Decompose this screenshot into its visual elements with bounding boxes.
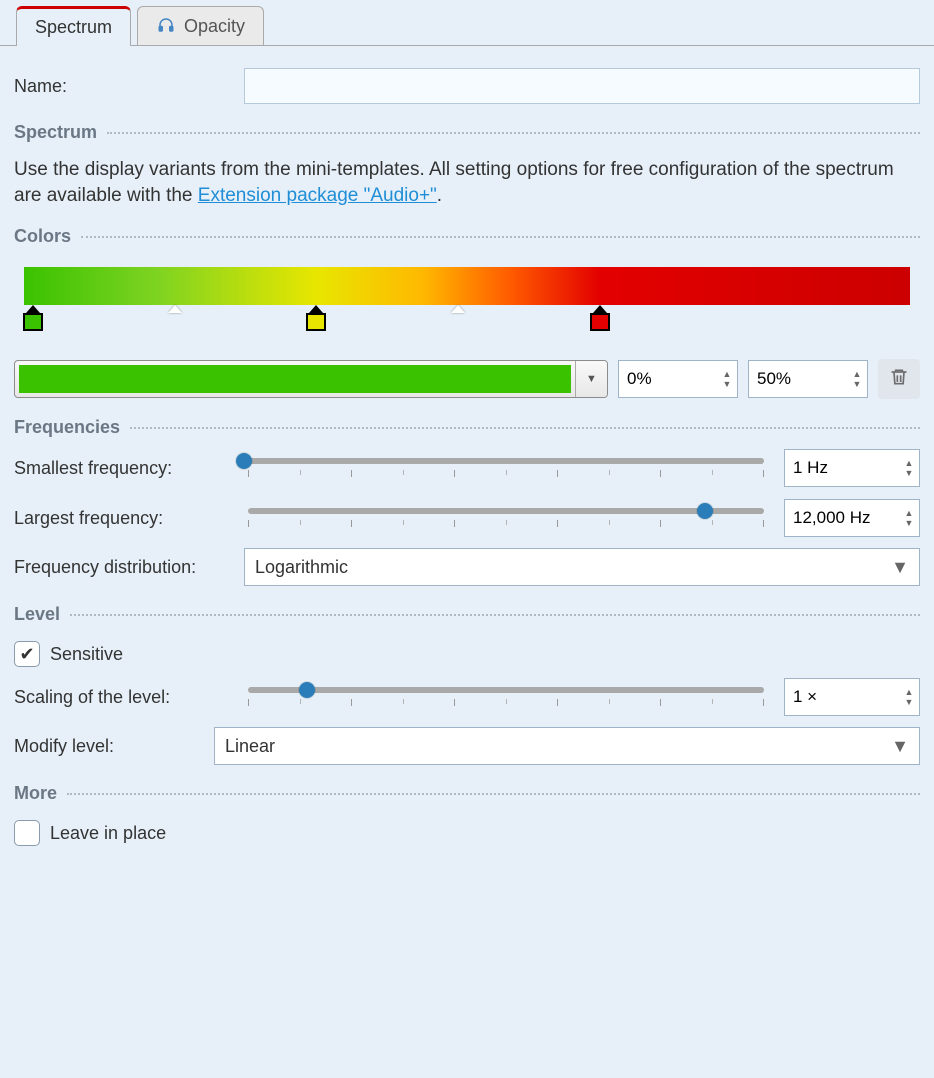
spin-arrows[interactable]: ▲▼ <box>717 361 737 397</box>
smallest-freq-spinbox[interactable]: ▲▼ <box>784 449 920 487</box>
color-offset2-input[interactable] <box>749 361 847 397</box>
spin-arrows[interactable]: ▲▼ <box>899 500 919 536</box>
color-picker[interactable]: ▼ <box>14 360 608 398</box>
freq-dist-value: Logarithmic <box>255 557 348 578</box>
name-input[interactable] <box>244 68 920 104</box>
smallest-freq-slider[interactable] <box>244 448 768 488</box>
extension-link[interactable]: Extension package "Audio+" <box>198 185 437 206</box>
color-swatch <box>19 365 571 393</box>
tab-spectrum-label: Spectrum <box>35 17 112 38</box>
color-stop[interactable] <box>164 305 186 313</box>
tab-spectrum[interactable]: Spectrum <box>16 6 131 46</box>
smallest-freq-input[interactable] <box>785 450 899 486</box>
modify-level-value: Linear <box>225 736 275 757</box>
delete-color-button[interactable] <box>878 359 920 399</box>
scaling-spinbox[interactable]: ▲▼ <box>784 678 920 716</box>
headphones-icon <box>156 16 176 37</box>
spin-arrows[interactable]: ▲▼ <box>847 361 867 397</box>
tabs: Spectrum Opacity <box>0 0 934 46</box>
modify-level-select[interactable]: Linear ▼ <box>214 727 920 765</box>
color-stop[interactable] <box>305 305 327 331</box>
color-dropdown-button[interactable]: ▼ <box>575 361 607 397</box>
color-offset1-input[interactable] <box>619 361 717 397</box>
trash-icon <box>889 366 909 393</box>
desc-prefix: Use the display variants from the mini-t… <box>14 159 894 206</box>
largest-freq-spinbox[interactable]: ▲▼ <box>784 499 920 537</box>
section-spectrum-header: Spectrum <box>14 122 97 143</box>
divider <box>67 793 920 795</box>
leave-in-place-label: Leave in place <box>50 823 166 844</box>
section-more-header: More <box>14 783 57 804</box>
color-gradient-bar[interactable] <box>24 267 910 305</box>
chevron-down-icon: ▼ <box>891 736 909 757</box>
divider <box>70 614 920 616</box>
largest-freq-input[interactable] <box>785 500 899 536</box>
divider <box>107 132 920 134</box>
section-level-header: Level <box>14 604 60 625</box>
leave-in-place-checkbox[interactable] <box>14 820 40 846</box>
color-stop[interactable] <box>22 305 44 331</box>
chevron-down-icon: ▼ <box>891 557 909 578</box>
spin-arrows[interactable]: ▲▼ <box>899 679 919 715</box>
divider <box>130 427 920 429</box>
freq-dist-select[interactable]: Logarithmic ▼ <box>244 548 920 586</box>
divider <box>81 236 920 238</box>
largest-freq-label: Largest frequency: <box>14 508 244 529</box>
color-stop[interactable] <box>589 305 611 331</box>
section-colors-header: Colors <box>14 226 71 247</box>
name-label: Name: <box>14 76 244 97</box>
sensitive-checkbox[interactable] <box>14 641 40 667</box>
color-stops <box>24 305 910 341</box>
color-offset2-spinbox[interactable]: ▲▼ <box>748 360 868 398</box>
tab-opacity-label: Opacity <box>184 16 245 37</box>
modify-level-label: Modify level: <box>14 736 214 757</box>
desc-suffix: . <box>437 185 442 206</box>
scaling-label: Scaling of the level: <box>14 687 244 708</box>
section-frequencies-header: Frequencies <box>14 417 120 438</box>
chevron-down-icon: ▼ <box>586 373 597 385</box>
spin-arrows[interactable]: ▲▼ <box>899 450 919 486</box>
sensitive-label: Sensitive <box>50 644 123 665</box>
color-offset1-spinbox[interactable]: ▲▼ <box>618 360 738 398</box>
color-stop[interactable] <box>447 305 469 313</box>
spectrum-description: Use the display variants from the mini-t… <box>14 157 920 208</box>
largest-freq-slider[interactable] <box>244 498 768 538</box>
freq-dist-label: Frequency distribution: <box>14 557 244 578</box>
tab-opacity[interactable]: Opacity <box>137 6 264 45</box>
scaling-slider[interactable] <box>244 677 768 717</box>
scaling-input[interactable] <box>785 679 899 715</box>
smallest-freq-label: Smallest frequency: <box>14 458 244 479</box>
